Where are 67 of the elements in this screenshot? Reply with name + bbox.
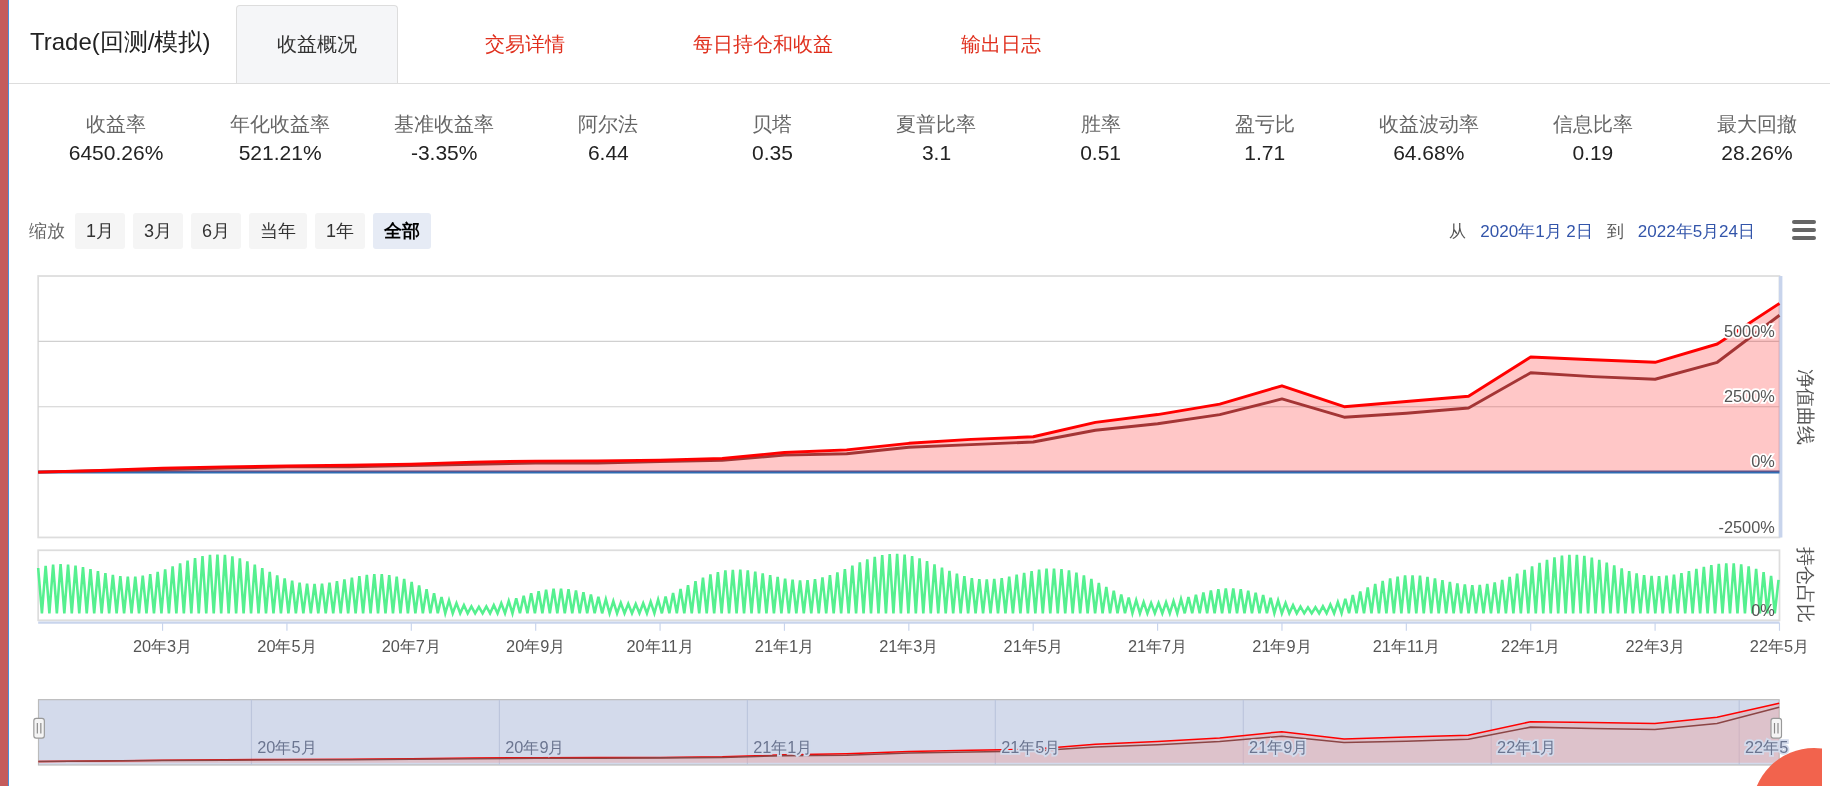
x-tick-label: 20年7月 <box>381 636 441 655</box>
zoom-button[interactable]: 1年 <box>315 213 366 249</box>
stat-label: 收益率 <box>86 112 147 137</box>
tab[interactable]: 每日持仓和收益 <box>652 5 875 83</box>
x-tick-label: 21年7月 <box>1127 636 1188 655</box>
x-tick-label: 20年9月 <box>505 738 565 757</box>
zoom-button[interactable]: 3月 <box>133 213 184 249</box>
x-tick-label: 22年3月 <box>1625 636 1685 655</box>
stat-label: 最大回撤 <box>1716 112 1797 137</box>
x-tick-label: 21年9月 <box>1249 738 1309 757</box>
x-tick-label: 20年9月 <box>506 636 566 655</box>
x-tick-label: 20年3月 <box>132 636 193 655</box>
stat-value: 28.26% <box>1721 140 1793 166</box>
zoom-button[interactable]: 1月 <box>75 213 125 249</box>
tab[interactable]: 交易详情 <box>444 5 607 83</box>
stat-label: 收益波动率 <box>1378 112 1479 137</box>
zoom-button[interactable]: 全部 <box>373 213 432 249</box>
axis-title: 净值曲线 <box>1795 368 1817 445</box>
to-label: 到 <box>1606 220 1624 243</box>
y-tick-label: -2500% <box>1718 517 1775 536</box>
stat-label: 胜率 <box>1080 112 1121 137</box>
x-tick-label: 22年1月 <box>1497 738 1557 757</box>
y-tick-label: 0% <box>1751 452 1775 471</box>
stat-label: 年化收益率 <box>230 112 331 137</box>
stat-value: 3.1 <box>921 140 952 166</box>
y-tick-label: 2500% <box>1723 387 1775 406</box>
x-tick-label: 20年11月 <box>626 636 694 655</box>
stat-label: 信息比率 <box>1552 112 1633 137</box>
stat-value: 521.21% <box>238 140 322 166</box>
axis-title: 持仓占比 <box>1795 547 1817 624</box>
stat-value: 0.51 <box>1080 140 1121 166</box>
y-tick-label: 0% <box>1751 600 1775 619</box>
x-tick-label: 22年5 <box>1745 738 1789 757</box>
zoom-label: 缩放 <box>29 220 65 243</box>
x-tick-label: 20年5月 <box>257 738 317 757</box>
zoom-button[interactable]: 当年 <box>249 213 308 249</box>
zoom-button[interactable]: 6月 <box>191 213 242 249</box>
stat-label: 夏普比率 <box>896 112 977 137</box>
menu-icon[interactable] <box>1791 220 1817 242</box>
range-handle[interactable] <box>1770 717 1783 739</box>
stat-value: 6.44 <box>587 140 629 166</box>
stat-label: 阿尔法 <box>578 112 639 137</box>
stat-value: 6450.26% <box>68 140 164 166</box>
tab[interactable]: 收益概况 <box>236 5 399 83</box>
end-date[interactable]: 2022年5月24日 <box>1637 219 1755 243</box>
x-tick-label: 21年3月 <box>879 636 939 655</box>
x-tick-label: 22年1月 <box>1501 636 1561 655</box>
x-tick-label: 21年9月 <box>1252 636 1312 655</box>
stat-value: 1.71 <box>1244 140 1286 166</box>
x-tick-label: 21年1月 <box>754 636 815 655</box>
stat-label: 盈亏比 <box>1234 112 1295 137</box>
start-date[interactable]: 2020年1月 2日 <box>1480 219 1593 243</box>
range-handle[interactable] <box>33 717 45 739</box>
x-tick-label: 21年1月 <box>753 738 813 757</box>
x-tick-label: 22年5月 <box>1749 636 1810 655</box>
stat-value: 0.19 <box>1572 140 1614 166</box>
x-tick-label: 21年11月 <box>1372 636 1440 655</box>
stat-value: -3.35% <box>410 140 478 166</box>
stat-label: 基准收益率 <box>394 112 495 137</box>
stat-label: 贝塔 <box>752 112 793 137</box>
x-tick-label: 21年5月 <box>1003 636 1063 655</box>
app-title: Trade(回测/模拟) <box>30 26 211 57</box>
stat-value: 0.35 <box>751 140 793 166</box>
tab[interactable]: 输出日志 <box>920 5 1083 83</box>
stat-value: 64.68% <box>1393 140 1465 166</box>
from-label: 从 <box>1449 220 1467 243</box>
x-tick-label: 20年5月 <box>257 636 317 655</box>
